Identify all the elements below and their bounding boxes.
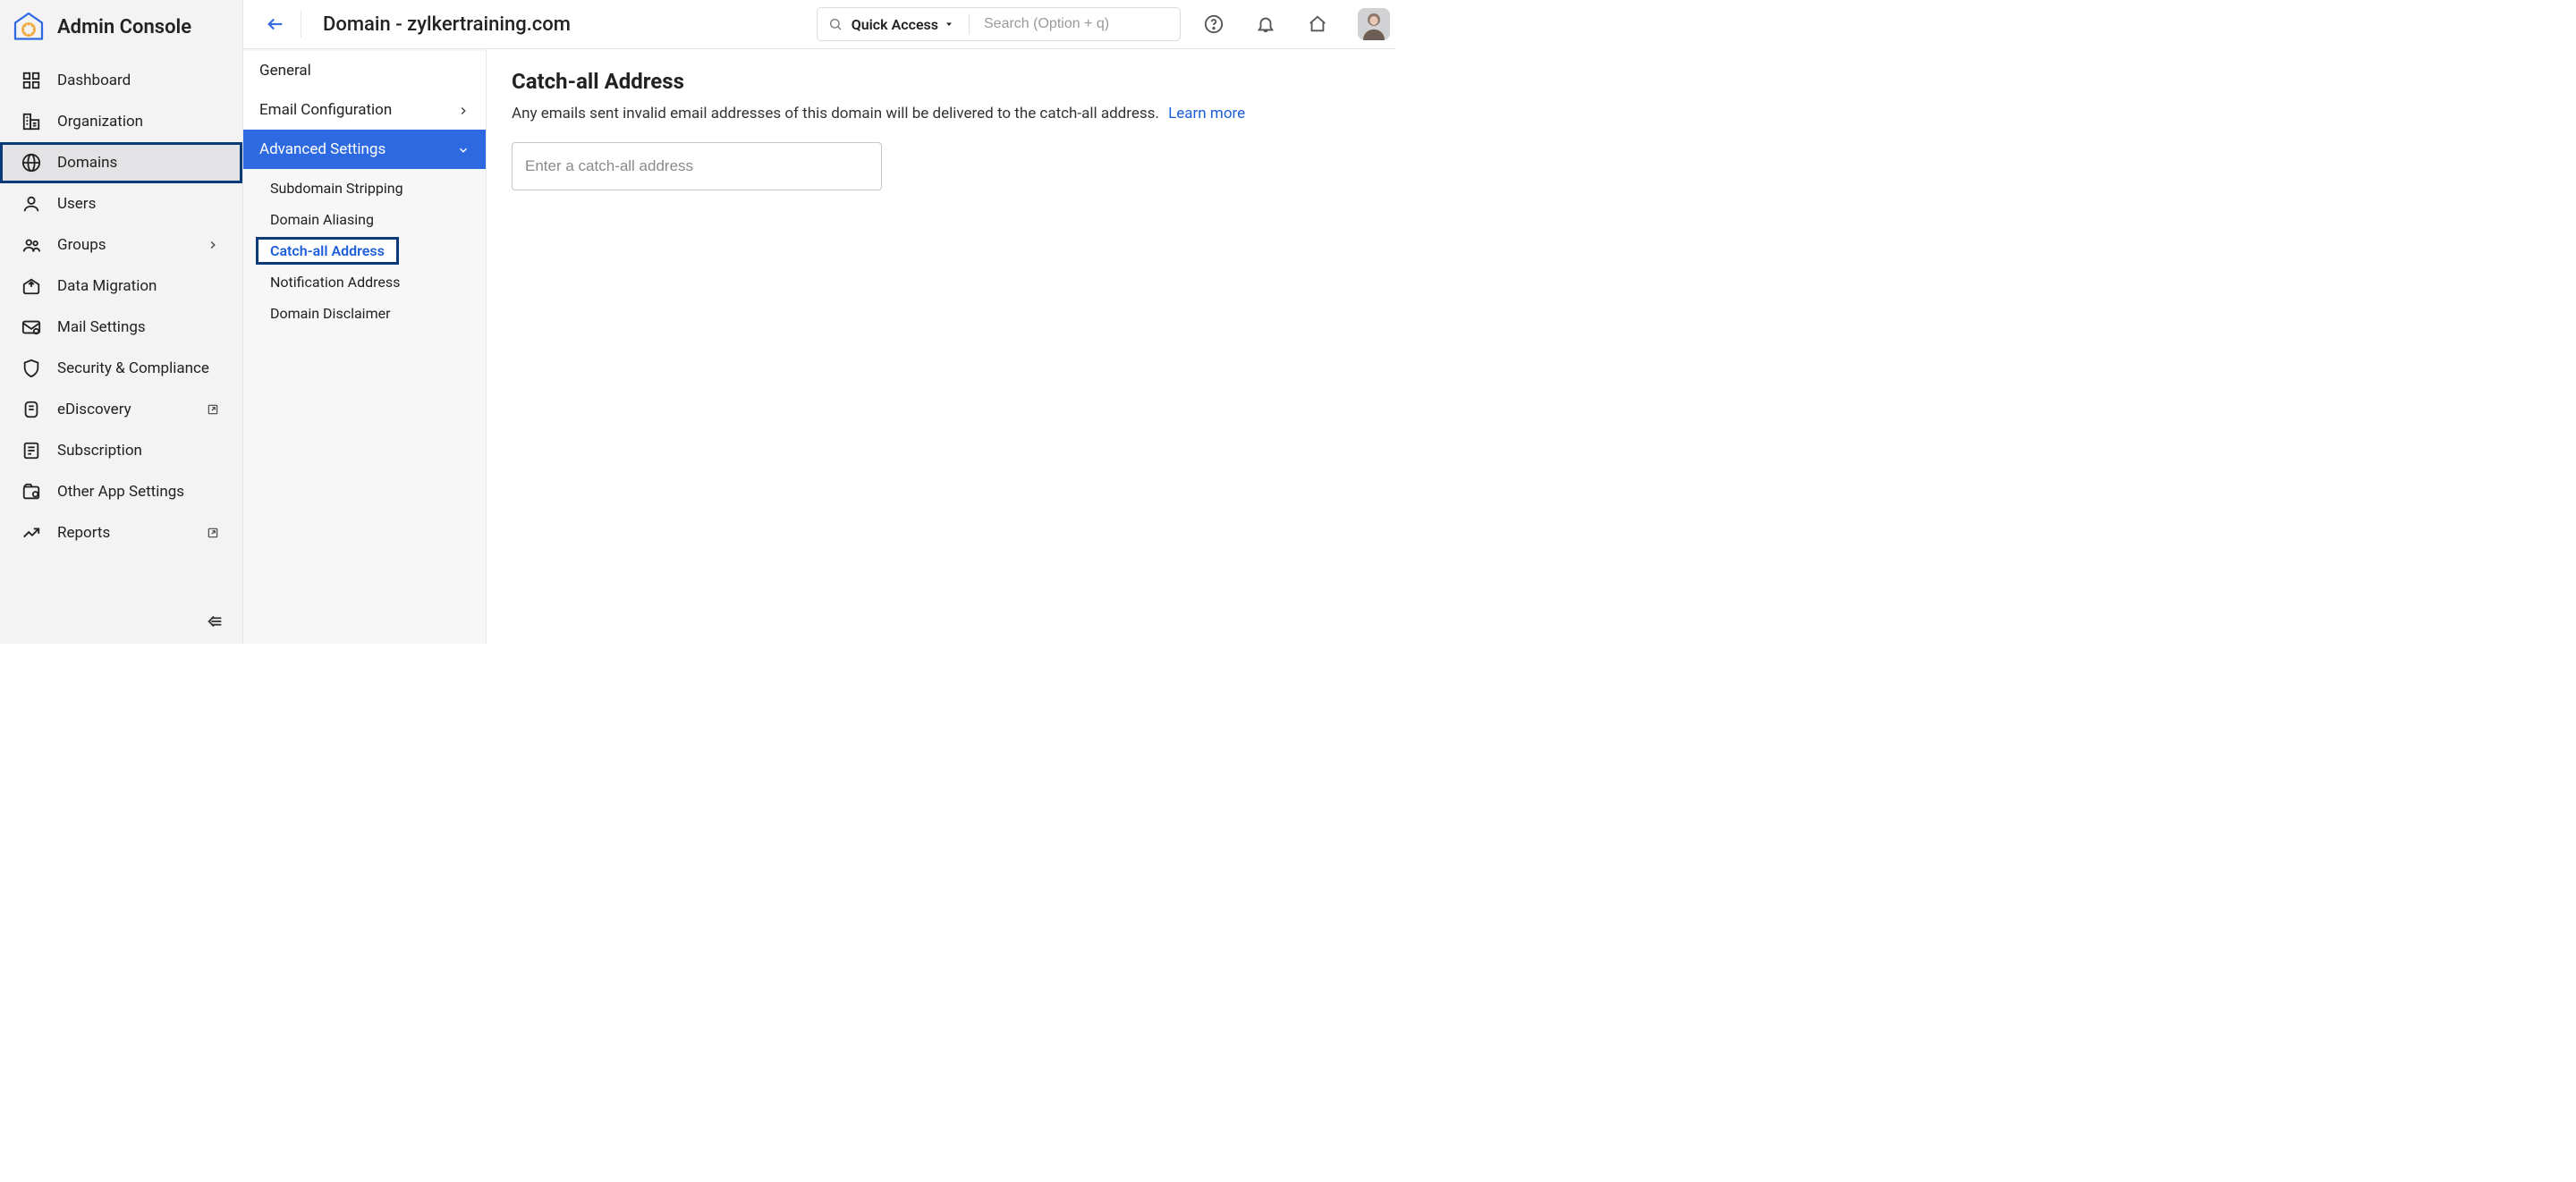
- sidebar-item-label: Data Migration: [57, 277, 221, 295]
- caret-down-icon: [944, 19, 954, 30]
- brand: Admin Console: [0, 0, 242, 56]
- globe-icon: [21, 153, 41, 173]
- sidebar-item-domains[interactable]: Domains: [0, 142, 242, 183]
- submenu-item-email-configuration[interactable]: Email Configuration: [243, 90, 486, 130]
- body: General Email Configuration Advanced Set…: [243, 49, 1395, 644]
- organization-icon: [21, 112, 41, 131]
- notifications-button[interactable]: [1256, 14, 1275, 34]
- content-description: Any emails sent invalid email addresses …: [512, 105, 1370, 122]
- sidebar-item-label: Domains: [57, 154, 221, 172]
- migration-icon: [21, 276, 41, 296]
- content-title: Catch-all Address: [512, 69, 1370, 94]
- sidebar-item-groups[interactable]: Groups: [0, 224, 242, 266]
- sidebar-item-subscription[interactable]: Subscription: [0, 430, 242, 471]
- sidebar-item-organization[interactable]: Organization: [0, 101, 242, 142]
- submenu-item-label: General: [259, 62, 311, 80]
- chevron-down-icon: [457, 143, 470, 156]
- catch-all-address-input[interactable]: [512, 142, 882, 190]
- submenu-item-advanced-settings[interactable]: Advanced Settings: [243, 130, 486, 169]
- ediscovery-icon: [21, 400, 41, 419]
- chevron-right-icon: [207, 238, 221, 252]
- brand-title: Admin Console: [57, 16, 191, 38]
- sidebar-item-security[interactable]: Security & Compliance: [0, 348, 242, 389]
- external-link-icon: [207, 402, 221, 417]
- sidebar-item-dashboard[interactable]: Dashboard: [0, 60, 242, 101]
- sidebar-item-label: Users: [57, 195, 221, 213]
- reports-icon: [21, 523, 41, 543]
- collapse-sidebar-button[interactable]: [205, 612, 225, 631]
- mail-settings-icon: [21, 317, 41, 337]
- app-logo-icon: [13, 11, 45, 43]
- quick-search-bar: Quick Access: [817, 7, 1181, 41]
- sidebar-item-label: Reports: [57, 524, 191, 542]
- search-icon: [828, 17, 843, 31]
- chevron-right-icon: [457, 104, 470, 116]
- submenu-sub-domain-disclaimer[interactable]: Domain Disclaimer: [243, 298, 486, 329]
- submenu: General Email Configuration Advanced Set…: [243, 49, 487, 644]
- home-button[interactable]: [1308, 14, 1327, 34]
- content: Catch-all Address Any emails sent invali…: [487, 49, 1395, 644]
- user-icon: [21, 194, 41, 214]
- dashboard-icon: [21, 71, 41, 90]
- quick-access-dropdown[interactable]: Quick Access: [852, 16, 954, 33]
- sidebar-item-mail-settings[interactable]: Mail Settings: [0, 307, 242, 348]
- page-title: Domain - zylkertraining.com: [323, 13, 571, 36]
- sidebar-item-other-app-settings[interactable]: Other App Settings: [0, 471, 242, 512]
- learn-more-link[interactable]: Learn more: [1168, 105, 1245, 122]
- global-search-input[interactable]: [984, 16, 1169, 32]
- sidebar-item-reports[interactable]: Reports: [0, 512, 242, 553]
- sidebar-item-label: eDiscovery: [57, 401, 191, 418]
- app-root: Admin Console Dashboard Organization Dom: [0, 0, 1395, 644]
- shield-icon: [21, 359, 41, 378]
- divider: [969, 14, 970, 34]
- subscription-icon: [21, 441, 41, 460]
- sidebar: Admin Console Dashboard Organization Dom: [0, 0, 243, 644]
- other-settings-icon: [21, 482, 41, 502]
- submenu-item-general[interactable]: General: [243, 51, 486, 90]
- sidebar-item-label: Organization: [57, 113, 221, 131]
- quick-access-label: Quick Access: [852, 16, 938, 33]
- submenu-sub-notification-address[interactable]: Notification Address: [243, 266, 486, 298]
- groups-icon: [21, 235, 41, 255]
- sidebar-footer: [0, 603, 242, 644]
- external-link-icon: [207, 526, 221, 540]
- submenu-item-label: Email Configuration: [259, 101, 392, 119]
- help-button[interactable]: [1204, 14, 1224, 34]
- submenu-sub-subdomain-stripping[interactable]: Subdomain Stripping: [243, 173, 486, 204]
- sidebar-item-label: Groups: [57, 236, 191, 254]
- sidebar-item-label: Mail Settings: [57, 318, 221, 336]
- sidebar-item-label: Dashboard: [57, 72, 221, 89]
- main: Domain - zylkertraining.com Quick Access: [243, 0, 1395, 644]
- topbar: Domain - zylkertraining.com Quick Access: [243, 0, 1395, 49]
- sidebar-item-users[interactable]: Users: [0, 183, 242, 224]
- back-button[interactable]: [265, 13, 286, 35]
- sidebar-item-ediscovery[interactable]: eDiscovery: [0, 389, 242, 430]
- submenu-item-label: Advanced Settings: [259, 140, 386, 158]
- sidebar-item-label: Security & Compliance: [57, 359, 221, 377]
- submenu-sub-domain-aliasing[interactable]: Domain Aliasing: [243, 204, 486, 235]
- submenu-sub-catch-all-address[interactable]: Catch-all Address: [256, 237, 399, 265]
- sidebar-item-label: Subscription: [57, 442, 221, 460]
- sidebar-item-data-migration[interactable]: Data Migration: [0, 266, 242, 307]
- user-avatar[interactable]: [1358, 8, 1390, 40]
- sidebar-nav: Dashboard Organization Domains Users: [0, 56, 242, 603]
- submenu-advanced-children: Subdomain Stripping Domain Aliasing Catc…: [243, 169, 486, 338]
- sidebar-item-label: Other App Settings: [57, 483, 221, 501]
